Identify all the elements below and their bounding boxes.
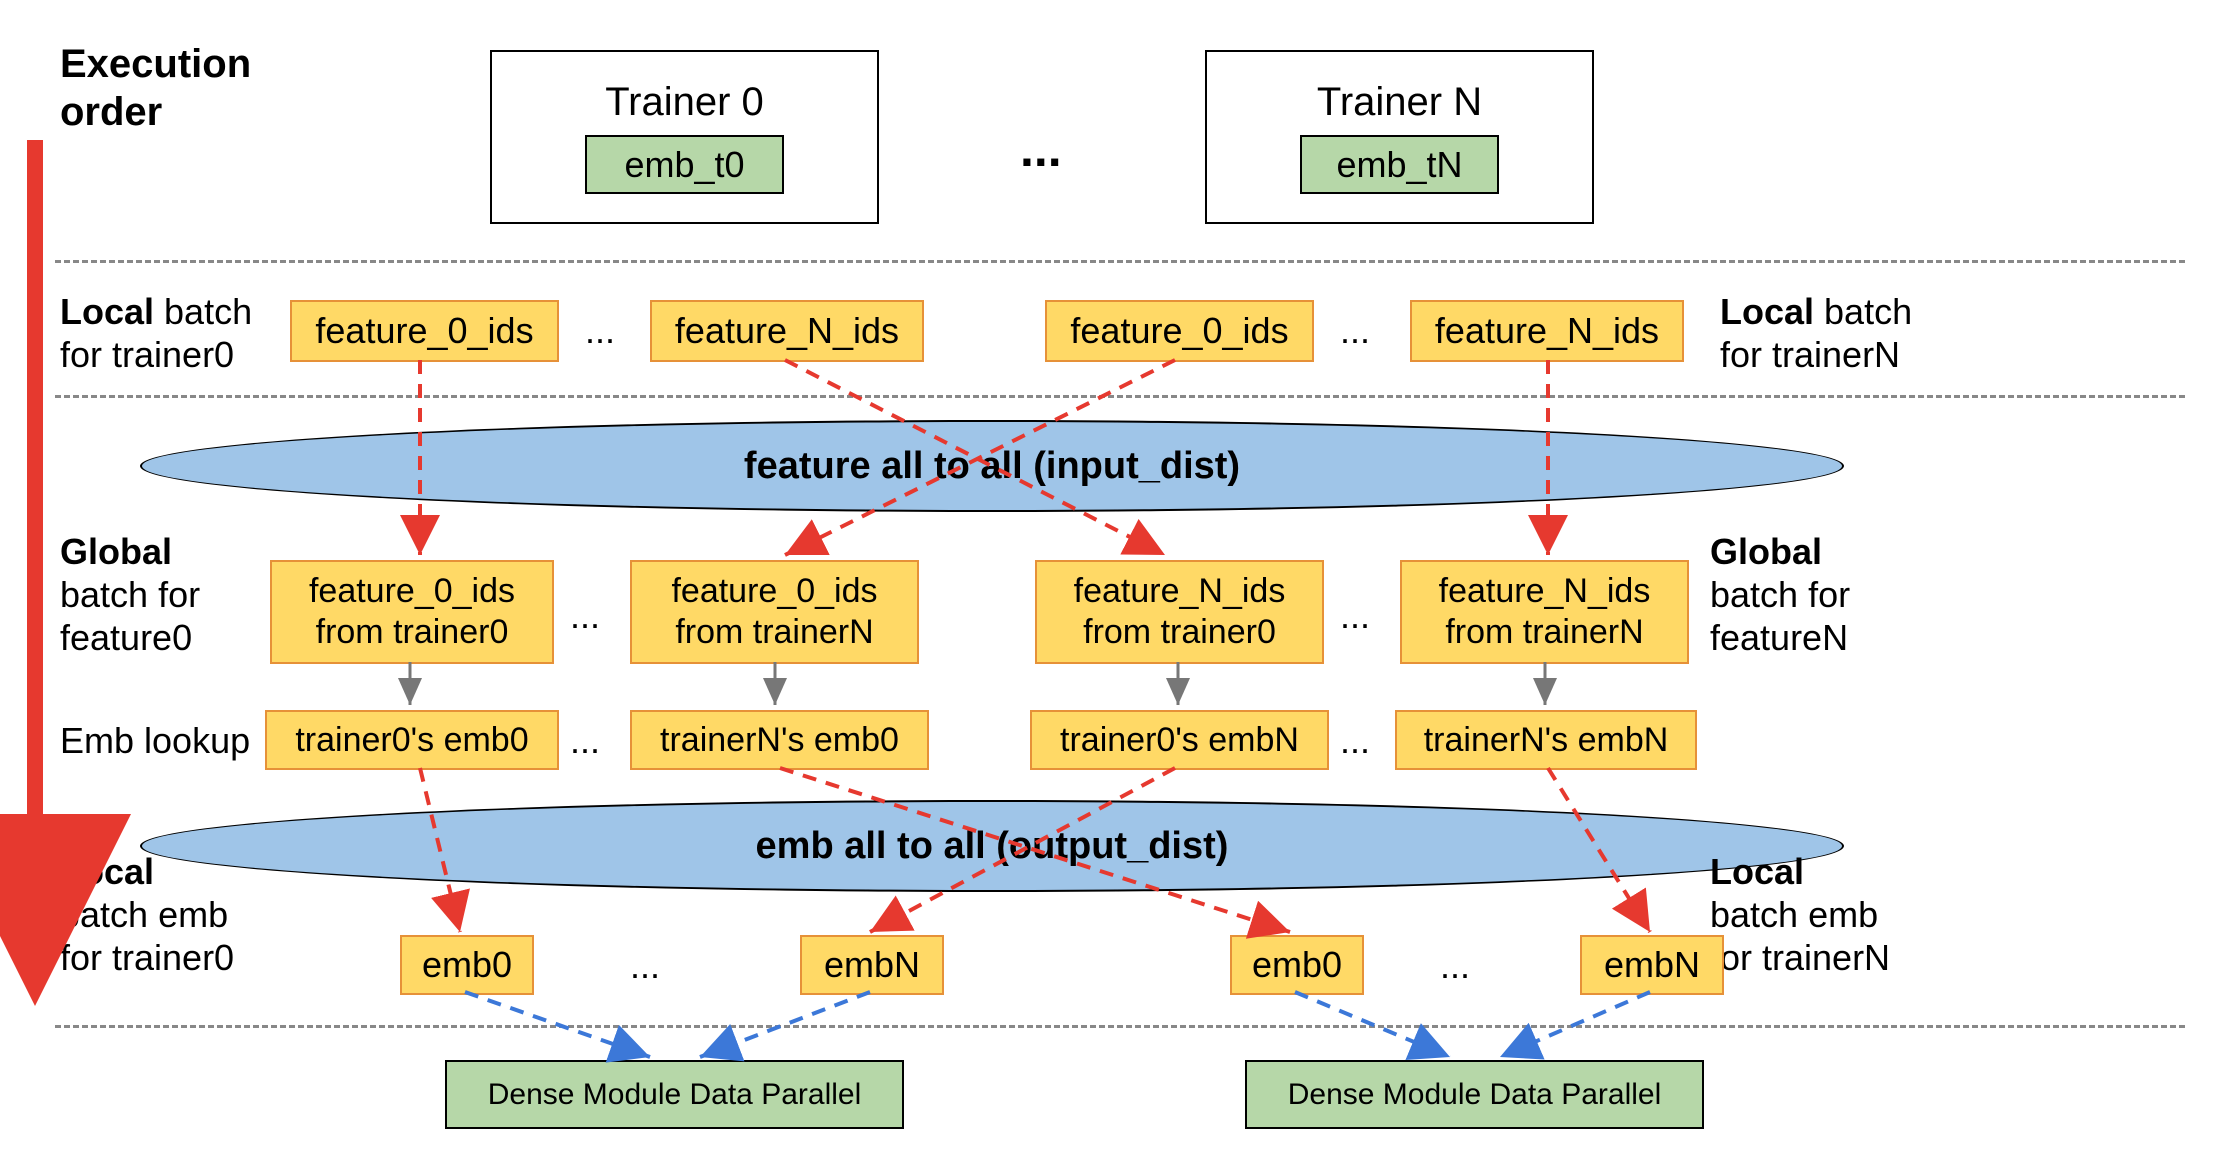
- fN-from-tN-l1: feature_N_ids: [1439, 571, 1651, 612]
- for-tN-2: for trainerN: [1710, 937, 1890, 978]
- global-bold-1: Global: [60, 531, 172, 572]
- local-batch-t0-label: Local batch for trainer0: [60, 290, 252, 376]
- local-emb-tN-label: Local batch emb for trainerN: [1710, 850, 1890, 980]
- for-t0: for trainer0: [60, 334, 234, 375]
- feat-a2a-ellipse: feature all to all (input_dist): [140, 420, 1844, 512]
- f0-from-tN-l1: feature_0_ids: [671, 571, 877, 612]
- trainerN-box: Trainer N emb_tN: [1205, 50, 1594, 224]
- tN-embN: trainerN's embN: [1395, 710, 1697, 770]
- emb-t0-box: emb_t0: [585, 135, 784, 194]
- dense-left: Dense Module Data Parallel: [445, 1060, 904, 1129]
- f0-from-tN: feature_0_ids from trainerN: [630, 560, 919, 664]
- emb-tN-box: emb_tN: [1300, 135, 1499, 194]
- trainerN-title: Trainer N: [1317, 80, 1482, 125]
- for-t0-2: for trainer0: [60, 937, 234, 978]
- dots-el-1: ...: [570, 720, 600, 762]
- f0-from-t0-l1: feature_0_ids: [309, 571, 515, 612]
- t0-emb0: trainer0's emb0: [265, 710, 559, 770]
- dots-lb-2: ...: [1340, 310, 1370, 352]
- featN-ids-t0: feature_N_ids: [650, 300, 924, 362]
- fN-from-t0-l2: from trainer0: [1083, 612, 1276, 653]
- dashed-line-1: [55, 260, 2185, 263]
- global-batch-fN-label: Global batch for featureN: [1710, 530, 1850, 660]
- exec-l1: Execution: [60, 40, 251, 88]
- dashed-line-2: [55, 395, 2185, 398]
- embN-left: embN: [800, 935, 944, 995]
- dots-gb-2: ...: [1340, 595, 1370, 637]
- emb0-right: emb0: [1230, 935, 1364, 995]
- local-bold-4: Local: [1710, 851, 1804, 892]
- embN-right: embN: [1580, 935, 1724, 995]
- gb-f0: feature0: [60, 617, 192, 658]
- fN-from-tN: feature_N_ids from trainerN: [1400, 560, 1689, 664]
- dots-el-2: ...: [1340, 720, 1370, 762]
- exec-l2: order: [60, 88, 251, 136]
- fN-from-t0: feature_N_ids from trainer0: [1035, 560, 1324, 664]
- feat0-ids-tN: feature_0_ids: [1045, 300, 1314, 362]
- emb-a2a-ellipse: emb all to all (output_dist): [140, 800, 1844, 892]
- trainer0-title: Trainer 0: [605, 80, 764, 125]
- be2: batch emb: [1710, 894, 1878, 935]
- be1: batch emb: [60, 894, 228, 935]
- emb-lookup-label: Emb lookup: [60, 720, 250, 762]
- f0-from-t0: feature_0_ids from trainer0: [270, 560, 554, 664]
- dots-gb-1: ...: [570, 595, 600, 637]
- fN-from-t0-l1: feature_N_ids: [1074, 571, 1286, 612]
- gb-for-2: batch for: [1710, 574, 1850, 615]
- local-bold-3: Local: [60, 851, 154, 892]
- emb0-left: emb0: [400, 935, 534, 995]
- global-batch-f0-label: Global batch for feature0: [60, 530, 200, 660]
- dots-le-2: ...: [1440, 945, 1470, 987]
- local-bold-1: Local: [60, 291, 154, 332]
- trainer-dots: ...: [1020, 120, 1062, 178]
- f0-from-tN-l2: from trainerN: [675, 612, 873, 653]
- f0-from-t0-l2: from trainer0: [316, 612, 509, 653]
- dashed-line-3: [55, 1025, 2185, 1028]
- tN-emb0: trainerN's emb0: [630, 710, 929, 770]
- dots-le-1: ...: [630, 945, 660, 987]
- dots-lb-1: ...: [585, 310, 615, 352]
- global-bold-2: Global: [1710, 531, 1822, 572]
- gb-for-1: batch for: [60, 574, 200, 615]
- dense-right: Dense Module Data Parallel: [1245, 1060, 1704, 1129]
- trainer0-box: Trainer 0 emb_t0: [490, 50, 879, 224]
- local-batch-tN-label: Local batch for trainerN: [1720, 290, 1912, 376]
- local-bold-2: Local: [1720, 291, 1814, 332]
- t0-embN: trainer0's embN: [1030, 710, 1329, 770]
- for-tN: for trainerN: [1720, 334, 1900, 375]
- feat0-ids-t0: feature_0_ids: [290, 300, 559, 362]
- featN-ids-tN: feature_N_ids: [1410, 300, 1684, 362]
- fN-from-tN-l2: from trainerN: [1445, 612, 1643, 653]
- exec-order-label: Execution order: [60, 40, 251, 136]
- gb-fN: featureN: [1710, 617, 1848, 658]
- local-emb-t0-label: Local batch emb for trainer0: [60, 850, 234, 980]
